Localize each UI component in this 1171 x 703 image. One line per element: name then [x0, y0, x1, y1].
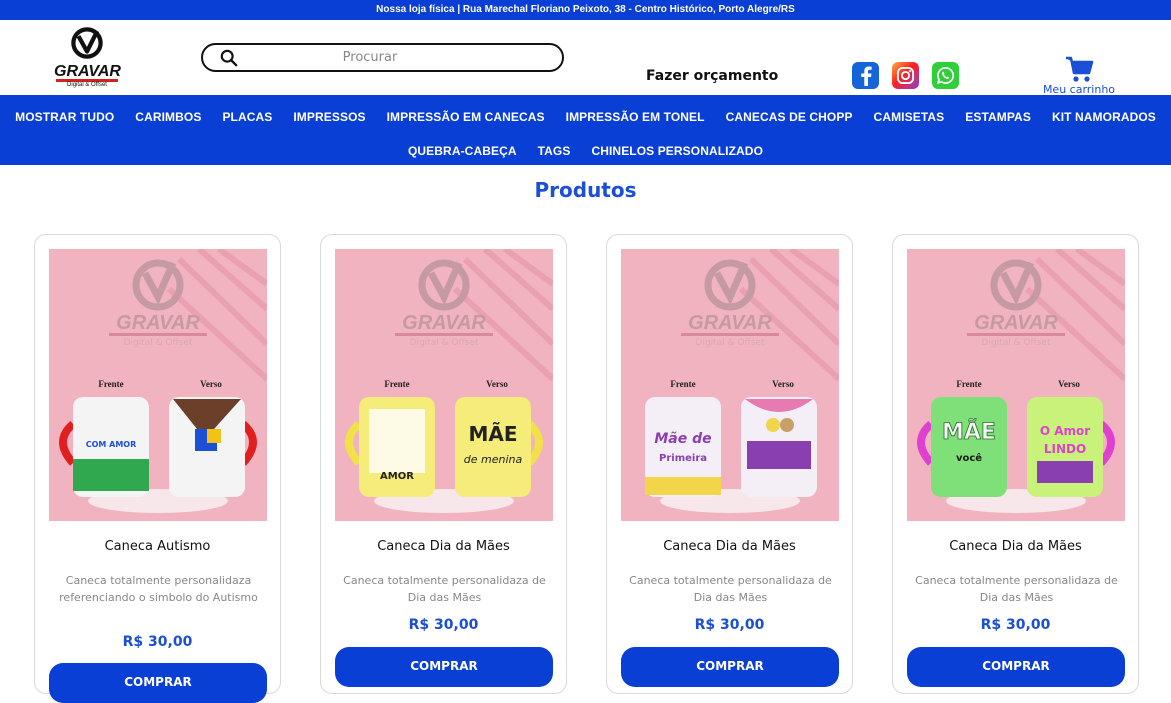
- cart-button[interactable]: Meu carrinho: [1041, 55, 1117, 96]
- whatsapp-icon[interactable]: [932, 62, 959, 89]
- facebook-icon[interactable]: [852, 62, 879, 89]
- back-label: Verso: [772, 379, 794, 389]
- nav-estampas[interactable]: ESTAMPAS: [965, 110, 1031, 124]
- product-description: Caneca totalmente personalidaza de Dia d…: [915, 574, 1118, 604]
- nav-chinelos[interactable]: CHINELOS PERSONALIZADO: [591, 144, 763, 158]
- front-label: Frente: [956, 379, 981, 389]
- request-quote-link[interactable]: Fazer orçamento: [646, 68, 778, 84]
- svg-text:MÃE: MÃE: [468, 422, 517, 446]
- nav-canecas-chopp[interactable]: CANECAS DE CHOPP: [726, 110, 853, 124]
- search-bar: [201, 43, 564, 72]
- nav-placas[interactable]: PLACAS: [222, 110, 272, 124]
- nav-impressao-tonel[interactable]: IMPRESSÃO EM TONEL: [566, 110, 705, 124]
- product-card[interactable]: GRAVAR Digital & Offset Frente Verso MÃE…: [892, 234, 1139, 694]
- product-price: R$ 30,00: [694, 617, 765, 633]
- svg-text:MÃE: MÃE: [942, 419, 996, 445]
- svg-text:você: você: [956, 452, 982, 464]
- buy-button[interactable]: COMPRAR: [621, 647, 839, 687]
- product-name[interactable]: Caneca Dia da Mães: [321, 539, 566, 554]
- mug-mockup-image: GRAVAR Digital & Offset Frente Verso AMO…: [335, 249, 553, 521]
- svg-text:Digital & Offset: Digital & Offset: [124, 338, 193, 348]
- svg-text:GRAVAR: GRAVAR: [974, 312, 1058, 334]
- product-name[interactable]: Caneca Dia da Mães: [893, 539, 1138, 554]
- instagram-icon[interactable]: [892, 62, 919, 89]
- back-label: Verso: [1058, 379, 1080, 389]
- nav-carimbos[interactable]: CARIMBOS: [135, 110, 201, 124]
- product-image[interactable]: GRAVAR Digital & Offset Frente Verso COM…: [49, 249, 267, 521]
- product-description: Caneca totalmente personalidaza referenc…: [59, 574, 258, 604]
- nav-camisetas[interactable]: CAMISETAS: [874, 110, 945, 124]
- gravar-logo-icon: [71, 27, 103, 59]
- svg-text:de menina: de menina: [464, 453, 523, 466]
- svg-text:Digital & Offset: Digital & Offset: [410, 338, 479, 348]
- product-card[interactable]: GRAVAR Digital & Offset Frente Verso Mãe…: [606, 234, 853, 694]
- product-image[interactable]: GRAVAR Digital & Offset Frente Verso Mãe…: [621, 249, 839, 521]
- brand-tagline: Digital & Offset: [67, 82, 107, 88]
- svg-text:Primeira: Primeira: [659, 453, 707, 464]
- svg-text:Digital & Offset: Digital & Offset: [696, 338, 765, 348]
- back-label: Verso: [486, 379, 508, 389]
- svg-text:AMOR: AMOR: [380, 471, 414, 482]
- product-card[interactable]: GRAVAR Digital & Offset Frente Verso AMO…: [320, 234, 567, 694]
- nav-impressos[interactable]: IMPRESSOS: [293, 110, 365, 124]
- nav-quebra-cabeca[interactable]: QUEBRA-CABEÇA: [408, 144, 517, 158]
- buy-button[interactable]: COMPRAR: [335, 647, 553, 687]
- shopping-cart-icon: [1066, 56, 1094, 82]
- brand-logo[interactable]: GRAVAR Digital & Offset: [54, 26, 121, 88]
- svg-text:O Amor: O Amor: [1040, 424, 1090, 438]
- svg-text:Mãe de: Mãe de: [654, 431, 711, 447]
- front-label: Frente: [670, 379, 695, 389]
- nav-tags[interactable]: TAGS: [538, 144, 571, 158]
- back-label: Verso: [200, 379, 222, 389]
- section-title: Produtos: [534, 178, 637, 202]
- search-input[interactable]: [238, 50, 562, 65]
- cart-label: Meu carrinho: [1042, 83, 1116, 96]
- svg-text:LINDO: LINDO: [1044, 442, 1086, 456]
- svg-text:GRAVAR: GRAVAR: [688, 312, 772, 334]
- product-name[interactable]: Caneca Autismo: [35, 539, 280, 554]
- store-address-bar: Nossa loja física | Rua Marechal Florian…: [0, 0, 1171, 20]
- product-price: R$ 30,00: [408, 617, 479, 633]
- product-card[interactable]: GRAVAR Digital & Offset Frente Verso COM…: [34, 234, 281, 703]
- product-image[interactable]: GRAVAR Digital & Offset Frente Verso MÃE…: [907, 249, 1125, 521]
- product-description: Caneca totalmente personalidaza de Dia d…: [343, 574, 546, 604]
- product-price: R$ 30,00: [980, 617, 1051, 633]
- svg-text:COM AMOR: COM AMOR: [86, 440, 137, 449]
- mug-mockup-image: GRAVAR Digital & Offset Frente Verso Mãe…: [621, 249, 839, 521]
- svg-text:GRAVAR: GRAVAR: [402, 312, 486, 334]
- svg-text:GRAVAR: GRAVAR: [116, 312, 200, 334]
- front-label: Frente: [98, 379, 123, 389]
- buy-button[interactable]: COMPRAR: [907, 647, 1125, 687]
- brand-name: GRAVAR: [54, 63, 121, 80]
- site-header: GRAVAR Digital & Offset Fazer orçamento …: [0, 20, 1171, 96]
- nav-impressao-canecas[interactable]: IMPRESSÃO EM CANECAS: [387, 110, 545, 124]
- category-nav: MOSTRAR TUDO CARIMBOS PLACAS IMPRESSOS I…: [0, 95, 1171, 165]
- svg-text:Digital & Offset: Digital & Offset: [982, 338, 1051, 348]
- category-nav-row-1: MOSTRAR TUDO CARIMBOS PLACAS IMPRESSOS I…: [0, 104, 1171, 130]
- nav-kit-namorados[interactable]: KIT NAMORADOS: [1052, 110, 1156, 124]
- mug-mockup-image: GRAVAR Digital & Offset Frente Verso MÃE…: [907, 249, 1125, 521]
- mug-mockup-image: GRAVAR Digital & Offset Frente Verso COM…: [49, 249, 267, 521]
- product-description: Caneca totalmente personalidaza de Dia d…: [629, 574, 832, 604]
- buy-button[interactable]: COMPRAR: [49, 663, 267, 703]
- category-nav-row-2: QUEBRA-CABEÇA TAGS CHINELOS PERSONALIZAD…: [0, 138, 1171, 164]
- search-icon[interactable]: [220, 49, 238, 67]
- nav-show-all[interactable]: MOSTRAR TUDO: [15, 110, 114, 124]
- front-label: Frente: [384, 379, 409, 389]
- product-image[interactable]: GRAVAR Digital & Offset Frente Verso AMO…: [335, 249, 553, 521]
- product-price: R$ 30,00: [122, 634, 193, 650]
- product-name[interactable]: Caneca Dia da Mães: [607, 539, 852, 554]
